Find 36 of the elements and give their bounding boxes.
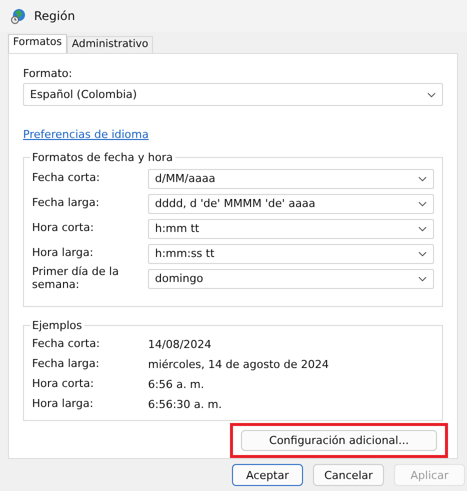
field-label: Fecha larga: [32, 197, 100, 210]
tab[interactable]: Formatos [8, 34, 67, 53]
chevron-down-icon [418, 200, 427, 206]
group-title: Ejemplos [31, 319, 83, 332]
chevron-down-icon [418, 276, 427, 282]
example-label: Hora corta: [32, 378, 95, 390]
example-value: 14/08/2024 [148, 338, 212, 350]
window-title: Región [34, 9, 76, 23]
group-title: Formatos de fecha y hora [31, 151, 174, 164]
language-preferences-link[interactable]: Preferencias de idioma [23, 128, 149, 141]
format-dropdown[interactable]: h:mm tt [148, 218, 434, 238]
chevron-down-icon [418, 176, 427, 182]
field-label: Primer día de la semana: [32, 266, 120, 292]
dialog-button[interactable]: Aceptar [232, 464, 303, 486]
example-value: miércoles, 14 de agosto de 2024 [148, 358, 329, 370]
tab[interactable]: Administrativo [66, 36, 154, 53]
example-label: Fecha larga: [32, 358, 100, 370]
example-label: Hora larga: [32, 398, 94, 410]
format-dropdown[interactable]: dddd, d 'de' MMMM 'de' aaaa [148, 194, 434, 214]
format-dropdown[interactable]: d/MM/aaaa [148, 168, 434, 188]
example-label: Fecha corta: [32, 338, 101, 350]
field-label: Formato: [23, 67, 74, 80]
additional-settings-button[interactable]: Configuración adicional... [241, 430, 437, 451]
format-dropdown[interactable]: h:mm:ss tt [148, 244, 434, 264]
chevron-down-icon [418, 250, 427, 256]
example-value: 6:56 a. m. [148, 378, 204, 390]
field-label: Hora corta: [32, 222, 95, 235]
chevron-down-icon [418, 226, 427, 232]
format-dropdown[interactable]: Español (Colombia) [23, 83, 443, 106]
globe-icon [10, 8, 26, 24]
field-label: Hora larga: [32, 247, 94, 260]
dialog-button[interactable]: Cancelar [313, 464, 384, 486]
format-dropdown[interactable]: domingo [148, 268, 434, 288]
chevron-down-icon [427, 92, 436, 98]
example-value: 6:56:30 a. m. [148, 398, 222, 410]
field-label: Fecha corta: [32, 172, 101, 185]
